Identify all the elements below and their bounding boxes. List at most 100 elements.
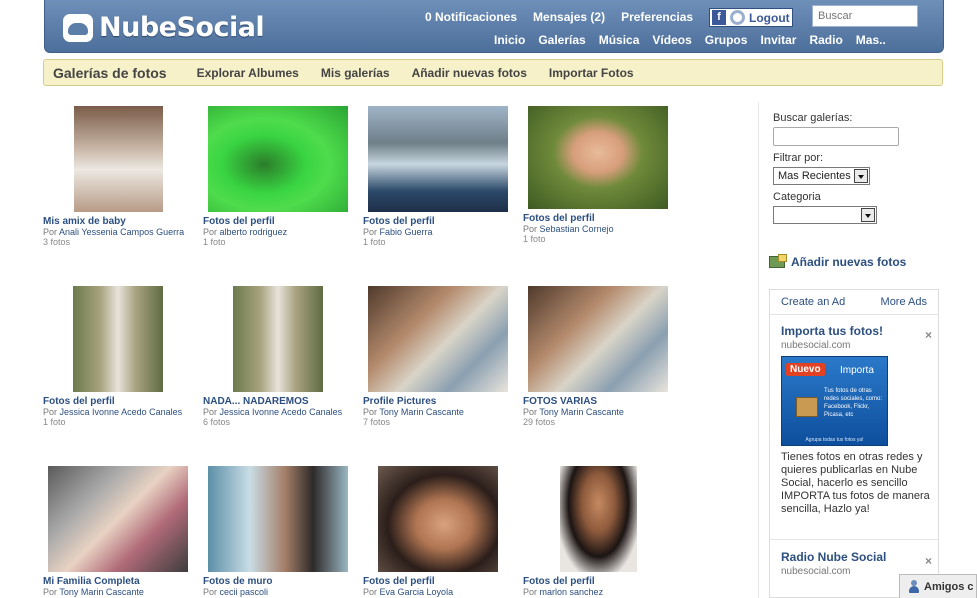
album-card: FOTOS VARIAS Por Tony Marin Cascante 29 … xyxy=(523,286,683,427)
nav-item-musica[interactable]: Música xyxy=(599,33,640,47)
album-thumbnail[interactable] xyxy=(368,286,508,392)
author-link[interactable]: Jessica Ivonne Acedo Canales xyxy=(60,407,183,417)
author-link[interactable]: Jessica Ivonne Acedo Canales xyxy=(220,407,343,417)
close-icon[interactable]: × xyxy=(925,554,932,568)
ad-image[interactable]: Nuevo Importa Tus fotos de otras redes s… xyxy=(781,356,888,446)
create-ad-link[interactable]: Create an Ad xyxy=(781,296,845,308)
add-photos-link[interactable]: Añadir nuevas fotos xyxy=(412,66,527,80)
filter-selected-value: Mas Recientes xyxy=(778,170,851,182)
album-author: Por Anali Yessenia Campos Guerra xyxy=(43,227,185,237)
author-link[interactable]: Tony Marin Cascante xyxy=(59,587,144,597)
album-card: Fotos del perfil Por Eva Garcia Loyola xyxy=(363,466,523,597)
explore-albums-link[interactable]: Explorar Albumes xyxy=(197,66,299,80)
filter-select[interactable]: Mas Recientes xyxy=(773,167,870,185)
album-author: Por marlon sanchez xyxy=(523,587,604,597)
album-thumbnail[interactable] xyxy=(208,106,348,212)
author-link[interactable]: marlon sanchez xyxy=(540,587,604,597)
album-title[interactable]: FOTOS VARIAS xyxy=(523,396,683,407)
top-header: NubeSocial 0 Notificaciones Mensajes (2)… xyxy=(44,0,944,53)
filter-label: Filtrar por: xyxy=(773,152,824,164)
nav-item-more[interactable]: Mas.. xyxy=(856,33,886,47)
album-title[interactable]: NADA... NADAREMOS xyxy=(203,396,363,407)
nav-item-grupos[interactable]: Grupos xyxy=(705,33,748,47)
ad-title[interactable]: Importa tus fotos! xyxy=(781,324,883,338)
album-author: Por Jessica Ivonne Acedo Canales xyxy=(43,407,183,417)
nav-item-inicio[interactable]: Inicio xyxy=(494,33,525,47)
album-card: NADA... NADAREMOS Por Jessica Ivonne Ace… xyxy=(203,286,363,427)
messages-link[interactable]: Mensajes (2) xyxy=(533,10,605,24)
author-link[interactable]: Anali Yessenia Campos Guerra xyxy=(59,227,184,237)
album-author: Por Tony Marin Cascante xyxy=(523,407,624,417)
chat-label: Amigos c xyxy=(924,580,974,593)
logout-label: Logout xyxy=(749,10,790,25)
album-card: Mis amix de baby Por Anali Yessenia Camp… xyxy=(43,106,203,247)
album-thumbnail[interactable] xyxy=(528,106,668,209)
album-count: 1 foto xyxy=(363,237,386,247)
ad-image-text: Tus fotos de otras redes sociales, como:… xyxy=(824,388,883,418)
add-photos-button[interactable]: Añadir nuevas fotos xyxy=(769,254,907,269)
author-link[interactable]: cecii pascoli xyxy=(220,587,269,597)
ads-box: Create an Ad More Ads Importa tus fotos!… xyxy=(769,289,939,598)
album-author: Por Tony Marin Cascante xyxy=(363,407,464,417)
brand-logo[interactable]: NubeSocial xyxy=(63,12,265,43)
import-photos-link[interactable]: Importar Fotos xyxy=(549,66,634,80)
author-link[interactable]: alberto rodriguez xyxy=(220,227,288,237)
ad-domain: nubesocial.com xyxy=(781,340,851,351)
album-title[interactable]: Fotos del perfil xyxy=(363,216,523,227)
album-title[interactable]: Mi Familia Completa xyxy=(43,576,203,587)
album-author: Por Sebastian Cornejo xyxy=(523,224,614,234)
album-card: Fotos del perfil Por marlon sanchez xyxy=(523,466,683,597)
add-photos-label: Añadir nuevas fotos xyxy=(791,255,907,269)
album-card: Fotos de muro Por cecii pascoli xyxy=(203,466,363,597)
more-ads-link[interactable]: More Ads xyxy=(881,296,927,308)
page-title: Galerías de fotos xyxy=(53,64,167,81)
album-thumbnail[interactable] xyxy=(378,466,498,572)
main-nav: Inicio Galerías Música Vídeos Grupos Inv… xyxy=(494,33,886,47)
author-link[interactable]: Tony Marin Cascante xyxy=(379,407,464,417)
album-title[interactable]: Fotos del perfil xyxy=(363,576,523,587)
chat-bar[interactable]: Amigos c xyxy=(899,574,977,598)
notifications-link[interactable]: 0 Notificaciones xyxy=(425,10,517,24)
category-select[interactable] xyxy=(773,206,877,224)
author-link[interactable]: Sebastian Cornejo xyxy=(540,224,614,234)
album-thumbnail[interactable] xyxy=(560,466,637,572)
album-title[interactable]: Fotos del perfil xyxy=(203,216,363,227)
nav-item-galerias[interactable]: Galerías xyxy=(538,33,585,47)
album-thumbnail[interactable] xyxy=(233,286,323,392)
author-link[interactable]: Tony Marin Cascante xyxy=(539,407,624,417)
album-title[interactable]: Fotos de muro xyxy=(203,576,363,587)
ad-badge: Nuevo xyxy=(786,363,825,376)
close-icon[interactable]: × xyxy=(925,328,932,342)
nav-item-invitar[interactable]: Invitar xyxy=(760,33,796,47)
my-galleries-link[interactable]: Mis galerías xyxy=(321,66,390,80)
album-card: Fotos del perfil Por Jessica Ivonne Aced… xyxy=(43,286,203,427)
facebook-logout-button[interactable]: f Logout xyxy=(709,8,793,27)
album-title[interactable]: Fotos del perfil xyxy=(523,213,683,224)
author-link[interactable]: Fabio Guerra xyxy=(380,227,433,237)
album-thumbnail[interactable] xyxy=(528,286,668,392)
photo-icon xyxy=(769,254,787,268)
preferences-link[interactable]: Preferencias xyxy=(621,10,693,24)
ad-title[interactable]: Radio Nube Social xyxy=(781,550,886,564)
album-title[interactable]: Fotos del perfil xyxy=(523,576,683,587)
nav-item-radio[interactable]: Radio xyxy=(809,33,842,47)
album-card: Fotos del perfil Por Sebastian Cornejo 1… xyxy=(523,106,683,244)
album-thumbnail[interactable] xyxy=(74,106,163,212)
nav-item-videos[interactable]: Vídeos xyxy=(652,33,691,47)
album-author: Por Tony Marin Cascante xyxy=(43,587,144,597)
search-galleries-input[interactable] xyxy=(773,127,899,146)
divider xyxy=(770,314,938,315)
search-input[interactable] xyxy=(812,5,918,27)
album-count: 1 foto xyxy=(203,237,226,247)
album-thumbnail[interactable] xyxy=(48,466,188,572)
album-thumbnail[interactable] xyxy=(208,466,348,572)
author-link[interactable]: Eva Garcia Loyola xyxy=(380,587,454,597)
album-thumbnail[interactable] xyxy=(368,106,508,212)
album-author: Por Jessica Ivonne Acedo Canales xyxy=(203,407,343,417)
album-card: Profile Pictures Por Tony Marin Cascante… xyxy=(363,286,523,427)
album-thumbnail[interactable] xyxy=(73,286,163,392)
box-icon xyxy=(796,397,818,417)
album-title[interactable]: Profile Pictures xyxy=(363,396,523,407)
album-title[interactable]: Fotos del perfil xyxy=(43,396,203,407)
album-title[interactable]: Mis amix de baby xyxy=(43,216,203,227)
